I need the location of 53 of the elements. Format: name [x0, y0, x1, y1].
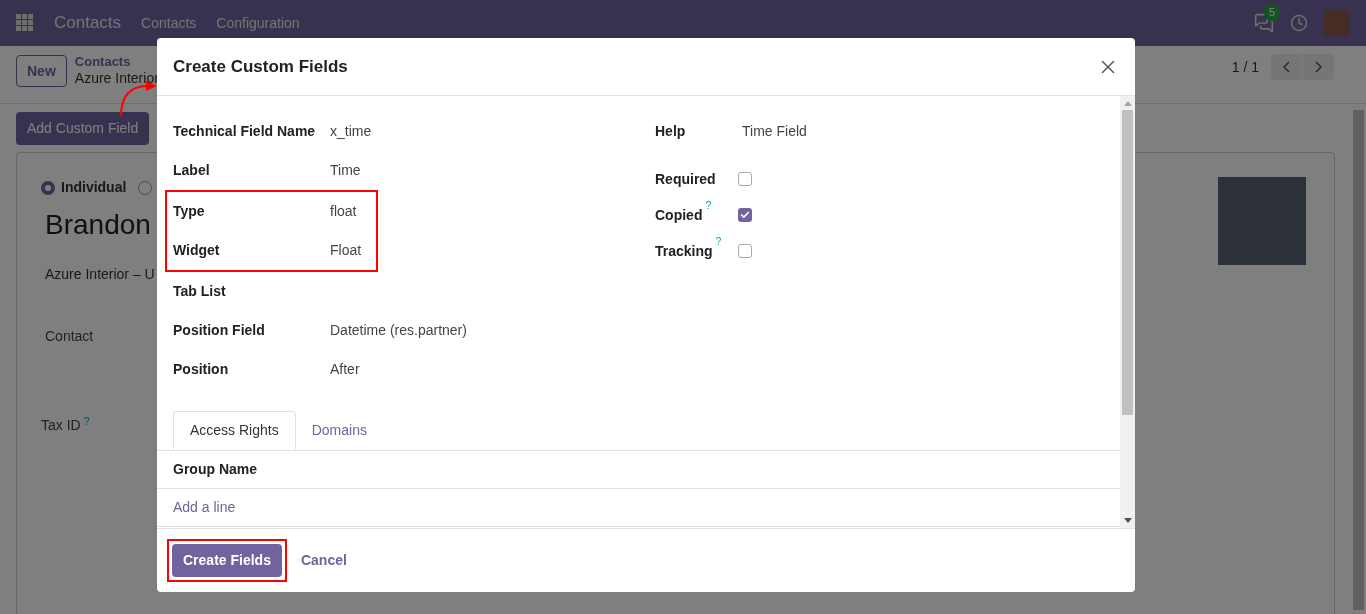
- radio-button[interactable]: [41, 180, 55, 195]
- field-label: Copied: [655, 205, 703, 225]
- field-value: After: [330, 360, 360, 379]
- create-fields-button[interactable]: Create Fields: [172, 544, 282, 577]
- dialog-title: Create Custom Fields: [173, 55, 348, 78]
- field-label: Widget: [173, 241, 221, 260]
- message-count-badge: 5: [1264, 4, 1281, 21]
- app-name[interactable]: Contacts: [54, 10, 122, 36]
- field-label: Tab List: [173, 282, 227, 301]
- field-label: Help: [655, 122, 687, 141]
- previous-button[interactable]: [1271, 54, 1302, 80]
- field-label: Required: [655, 169, 716, 189]
- radio-label: Individual: [61, 178, 127, 197]
- menu-item[interactable]: Configuration: [216, 12, 300, 34]
- breadcrumb-current: Azure Interior: [74, 70, 159, 86]
- field-label: Tax ID: [41, 417, 81, 433]
- field-label: Contact: [45, 328, 94, 344]
- field-label: Technical Field Name: [173, 122, 317, 141]
- column-header: Group Name: [173, 460, 257, 479]
- field-value: Time Field: [742, 122, 807, 141]
- checkbox[interactable]: [738, 172, 752, 186]
- field-value: Datetime (res.partner): [330, 321, 467, 340]
- next-button[interactable]: [1303, 54, 1334, 80]
- help-icon[interactable]: ?: [83, 414, 90, 427]
- company-name: Azure Interior – U: [45, 265, 156, 284]
- chevron-left-icon: [1283, 61, 1290, 73]
- pager: 1 / 1: [1231, 57, 1259, 77]
- scroll-up-icon[interactable]: [1123, 101, 1132, 106]
- field-value: Float: [330, 241, 362, 260]
- field-value: float: [330, 202, 357, 221]
- field-label: Tracking: [655, 241, 713, 261]
- field-value: Time: [330, 161, 361, 180]
- checkbox[interactable]: [738, 244, 752, 258]
- cancel-button[interactable]: Cancel: [294, 550, 353, 571]
- scroll-down-icon[interactable]: [1123, 518, 1132, 523]
- field-label: Position Field: [173, 321, 266, 340]
- tab[interactable]: Access Rights: [173, 411, 296, 450]
- field-label: Type: [173, 202, 206, 221]
- add-custom-field-button[interactable]: Add Custom Field: [16, 112, 150, 145]
- add-line-link[interactable]: Add a line: [173, 497, 236, 518]
- contact-name: Brandon: [45, 208, 151, 242]
- scroll-thumb[interactable]: [1122, 110, 1133, 415]
- clock-icon[interactable]: [1290, 14, 1308, 32]
- apps-grid-icon[interactable]: [16, 14, 34, 32]
- breadcrumb-link[interactable]: Contacts: [74, 54, 159, 70]
- field-value: x_time: [330, 122, 372, 141]
- menu-item[interactable]: Contacts: [141, 12, 197, 34]
- field-label: Position: [173, 360, 230, 379]
- tab[interactable]: Domains: [295, 411, 383, 450]
- checkbox[interactable]: [738, 208, 752, 222]
- field-label: Label: [173, 161, 211, 180]
- chevron-right-icon: [1315, 61, 1322, 73]
- new-button[interactable]: New: [16, 55, 67, 87]
